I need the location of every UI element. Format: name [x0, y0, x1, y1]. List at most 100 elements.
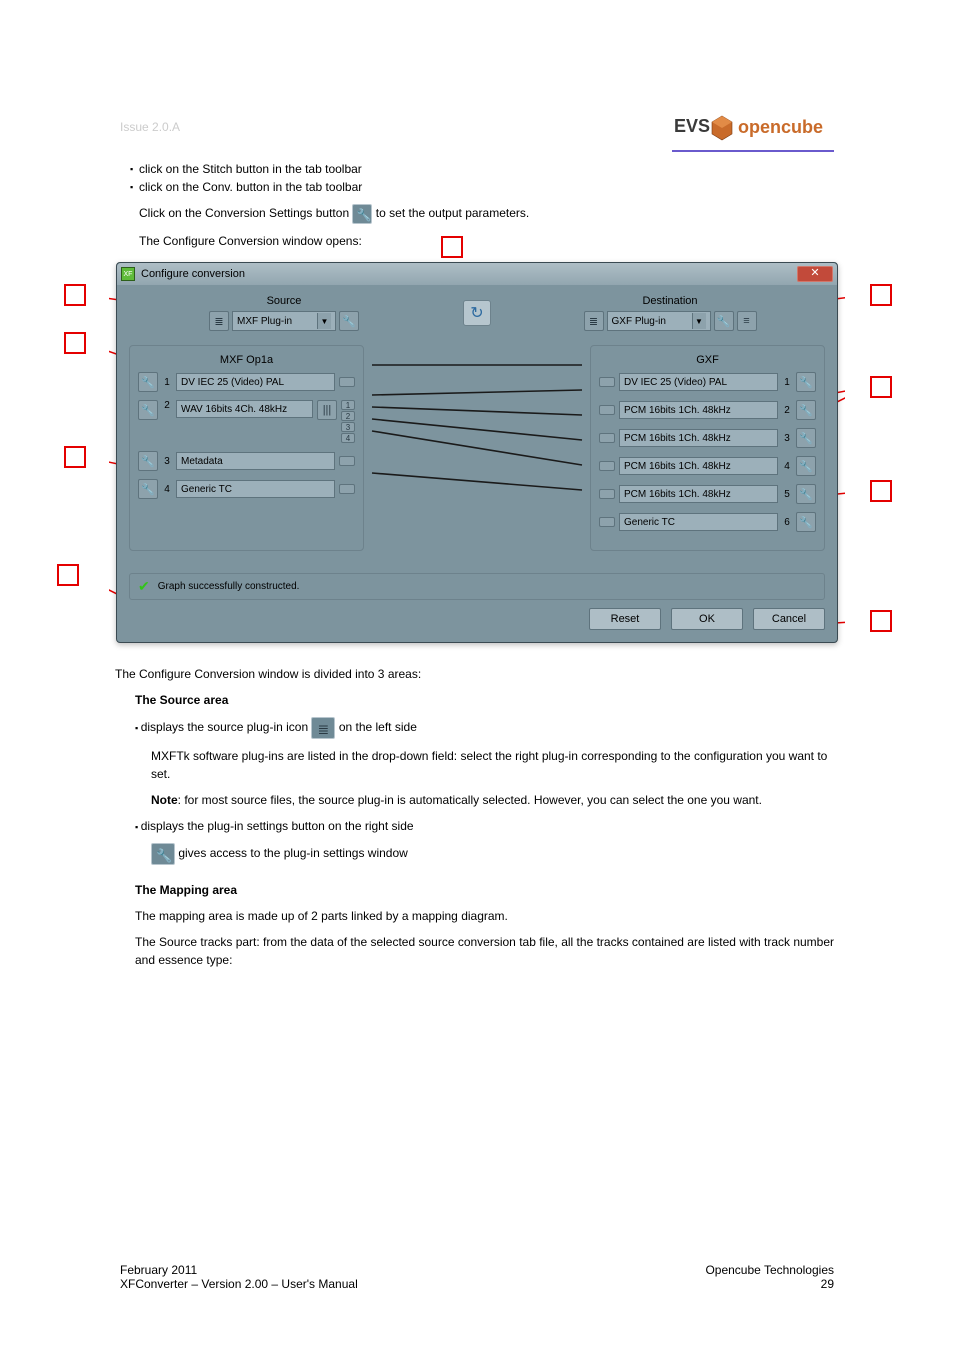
source-area-bullet2: displays the plug-in settings button on … — [141, 819, 414, 833]
track-number: 6 — [782, 517, 792, 528]
destination-tracks-panel: GXF DV IEC 25 (Video) PAL 1 🔧 PCM 16bits… — [590, 345, 825, 551]
intro-bullet-1: click on the Stitch button in the tab to… — [139, 160, 839, 178]
track-port[interactable] — [599, 377, 615, 387]
destination-track-row: Generic TC 6 🔧 — [599, 512, 816, 532]
track-settings-button[interactable]: 🔧 — [796, 484, 816, 504]
svg-text:opencube: opencube — [738, 117, 823, 137]
mapping-area-p2: The Source tracks part: from the data of… — [135, 933, 839, 969]
track-settings-button[interactable]: 🔧 — [796, 428, 816, 448]
track-settings-button[interactable]: 🔧 — [138, 372, 158, 392]
conversion-settings-icon — [352, 204, 372, 224]
footer-date: February 2011 — [120, 1263, 358, 1277]
track-number: 3 — [782, 433, 792, 444]
track-settings-button[interactable]: 🔧 — [796, 512, 816, 532]
source-track-row: 🔧 3 Metadata — [138, 451, 355, 471]
close-button[interactable]: ✕ — [797, 266, 833, 282]
track-settings-button[interactable]: 🔧 — [796, 372, 816, 392]
destination-track-row: PCM 16bits 1Ch. 48kHz 4 🔧 — [599, 456, 816, 476]
track-port[interactable] — [339, 377, 355, 387]
configure-conversion-dialog: XF Configure conversion ✕ Source ≣ MXF P… — [116, 262, 838, 643]
track-number: 3 — [162, 456, 172, 467]
track-label: PCM 16bits 1Ch. 48kHz — [619, 485, 778, 503]
source-plugin-icon: ≣ — [209, 311, 229, 331]
destination-add-track-button[interactable]: ≡ — [737, 311, 757, 331]
intro-p2: The Configure Conversion window opens: — [139, 232, 839, 250]
chevron-down-icon: ▼ — [317, 313, 331, 329]
annotation-box-9 — [870, 610, 892, 632]
track-settings-button[interactable]: 🔧 — [796, 400, 816, 420]
intro-bullet-2: click on the Conv. button in the tab too… — [139, 178, 839, 196]
track-port[interactable] — [599, 517, 615, 527]
source-area-line2: MXFTk software plug-ins are listed in th… — [151, 747, 839, 783]
mapping-wires — [372, 345, 582, 551]
footer-company: Opencube Technologies — [705, 1263, 834, 1277]
note-body: : for most source files, the source plug… — [178, 793, 762, 807]
track-port[interactable] — [339, 456, 355, 466]
track-label: DV IEC 25 (Video) PAL — [176, 373, 335, 391]
header-issue: Issue 2.0.A — [120, 120, 180, 134]
refresh-button[interactable]: ↻ — [463, 300, 491, 326]
annotation-box-1 — [64, 284, 86, 306]
mapping-area-title: The Mapping area — [135, 883, 237, 897]
source-tracks-panel: MXF Op1a 🔧 1 DV IEC 25 (Video) PAL 🔧 2 W… — [129, 345, 364, 551]
status-text: Graph successfully constructed. — [158, 581, 300, 592]
body-intro: The Configure Conversion window is divid… — [115, 665, 839, 683]
status-row: ✔ Graph successfully constructed. — [129, 573, 825, 600]
track-label: PCM 16bits 1Ch. 48kHz — [619, 429, 778, 447]
annotation-box-3 — [441, 236, 463, 258]
track-number: 5 — [782, 489, 792, 500]
intro-p1-pre: Click on the Conversion Settings button — [139, 206, 352, 220]
track-label: PCM 16bits 1Ch. 48kHz — [619, 457, 778, 475]
footer-doc-title: XFConverter – Version 2.00 – User's Manu… — [120, 1277, 358, 1291]
intro-p1-post: to set the output parameters. — [376, 206, 529, 220]
track-number: 4 — [162, 484, 172, 495]
source-label: Source — [129, 295, 439, 307]
track-settings-button[interactable]: 🔧 — [138, 400, 158, 420]
chevron-down-icon: ▼ — [692, 313, 706, 329]
destination-plugin-select[interactable]: GXF Plug-in ▼ — [607, 311, 711, 331]
mapping-area-p1: The mapping area is made up of 2 parts l… — [135, 907, 839, 925]
track-label: DV IEC 25 (Video) PAL — [619, 373, 778, 391]
annotation-box-8 — [870, 480, 892, 502]
track-settings-button[interactable]: 🔧 — [138, 479, 158, 499]
destination-label: Destination — [515, 295, 825, 307]
plugin-settings-icon — [151, 843, 175, 865]
reset-button[interactable]: Reset — [589, 608, 661, 630]
track-number: 4 — [782, 461, 792, 472]
track-label: WAV 16bits 4Ch. 48kHz — [176, 400, 313, 418]
annotation-box-7 — [870, 376, 892, 398]
logo-underline — [672, 150, 834, 152]
track-label: PCM 16bits 1Ch. 48kHz — [619, 401, 778, 419]
track-number: 2 — [782, 405, 792, 416]
track-settings-button[interactable]: 🔧 — [138, 451, 158, 471]
source-track-row: 🔧 2 WAV 16bits 4Ch. 48kHz ||| 1234 — [138, 400, 355, 443]
track-port[interactable] — [599, 405, 615, 415]
annotation-box-2 — [64, 446, 86, 468]
status-ok-icon: ✔ — [138, 578, 150, 595]
cancel-button[interactable]: Cancel — [753, 608, 825, 630]
source-area-title: The Source area — [135, 693, 228, 707]
destination-plugin-settings-button[interactable]: 🔧 — [714, 311, 734, 331]
track-settings-button[interactable]: 🔧 — [796, 456, 816, 476]
destination-area: Destination ≣ GXF Plug-in ▼ 🔧 ≡ — [515, 295, 825, 331]
source-plugin-value: MXF Plug-in — [237, 316, 292, 327]
ok-button[interactable]: OK — [671, 608, 743, 630]
track-port[interactable] — [599, 461, 615, 471]
track-port[interactable] — [599, 433, 615, 443]
source-panel-title: MXF Op1a — [138, 354, 355, 366]
source-plugin-select[interactable]: MXF Plug-in ▼ — [232, 311, 336, 331]
track-label: Metadata — [176, 452, 335, 470]
source-area-tail: gives access to the plug-in settings win… — [178, 846, 407, 860]
footer-page-number: 29 — [705, 1277, 834, 1291]
track-number: 1 — [782, 377, 792, 388]
annotation-box-4 — [64, 332, 86, 354]
destination-track-row: PCM 16bits 1Ch. 48kHz 3 🔧 — [599, 428, 816, 448]
track-number: 1 — [162, 377, 172, 388]
source-area: Source ≣ MXF Plug-in ▼ 🔧 — [129, 295, 439, 331]
track-port[interactable] — [599, 489, 615, 499]
plugin-stack-icon — [311, 717, 335, 739]
track-subports[interactable]: 1234 — [341, 400, 355, 443]
source-track-row: 🔧 1 DV IEC 25 (Video) PAL — [138, 372, 355, 392]
source-plugin-settings-button[interactable]: 🔧 — [339, 311, 359, 331]
track-port[interactable] — [339, 484, 355, 494]
